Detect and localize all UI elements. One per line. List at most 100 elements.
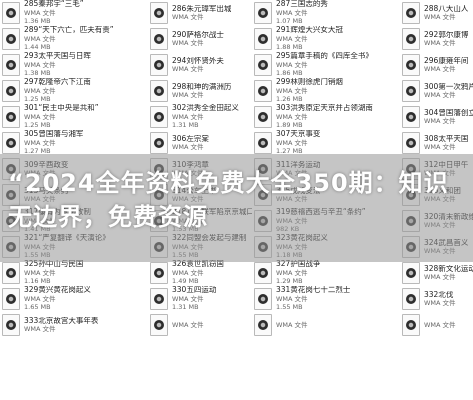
file-item[interactable]: 332北伐 WMA 文件: [400, 286, 473, 312]
file-meta: 303洪秀原定天京并占领湖南 WMA 文件 1.89 MB: [276, 104, 373, 130]
file-size: 1.89 MB: [276, 121, 303, 130]
audio-file-icon: [402, 106, 420, 128]
file-name: 290萨格尔战士: [172, 30, 224, 39]
file-meta: 295篇章手稿的《四库全书》 WMA 文件 1.86 MB: [276, 52, 373, 78]
file-type: WMA 文件: [276, 294, 308, 303]
audio-file-icon: [402, 54, 420, 76]
file-name: 301“民主中央是共和”: [24, 104, 99, 113]
file-size: 1.65 MB: [24, 303, 51, 312]
file-name: 328新文化运动: [424, 264, 473, 273]
file-item[interactable]: 287三国志的秀 WMA 文件 1.07 MB: [252, 0, 400, 26]
file-item[interactable]: 308太平天国 WMA 文件: [400, 130, 473, 156]
file-item[interactable]: WMA 文件: [252, 312, 400, 338]
file-name: 331黄花岗七十二烈士: [276, 286, 351, 295]
file-meta: 325孙中山与民国 WMA 文件 1.16 MB: [24, 260, 83, 286]
audio-file-icon: [254, 288, 272, 310]
file-item[interactable]: 298和珅的满洲历 WMA 文件: [148, 78, 252, 104]
file-meta: 304曾国藩创立太平军WMA 文件: [424, 109, 473, 126]
audio-file-icon: [2, 288, 20, 310]
file-item[interactable]: 286朱元璋军出城 WMA 文件: [148, 0, 252, 26]
file-item[interactable]: 300第一次鸦片战争WMA 文件: [400, 78, 473, 104]
file-size: 1.31 MB: [172, 303, 199, 312]
file-item[interactable]: 302洪秀全金田起义 WMA 文件 1.31 MB: [148, 104, 252, 130]
file-size: 1.55 MB: [276, 303, 303, 312]
file-size: 1.44 MB: [24, 43, 51, 52]
file-size: 1.49 MB: [172, 277, 199, 286]
file-type: WMA 文件: [24, 325, 56, 333]
file-name: 293太平天国与日晖: [24, 52, 91, 61]
file-type: WMA 文件: [172, 143, 204, 151]
file-item[interactable]: 333北京故宫大事年表 WMA 文件: [0, 312, 148, 338]
audio-file-icon: [254, 28, 272, 50]
file-item[interactable]: 326袁世凯窃国 WMA 文件 1.49 MB: [148, 260, 252, 286]
file-type: WMA 文件: [276, 112, 308, 121]
audio-file-icon: [2, 106, 20, 128]
file-item[interactable]: 331黄花岗七十二烈士 WMA 文件 1.55 MB: [252, 286, 400, 312]
file-item[interactable]: 329黄兴黄花岗起义 WMA 文件 1.65 MB: [0, 286, 148, 312]
file-item[interactable]: 299林则徐虎门销烟 WMA 文件 1.26 MB: [252, 78, 400, 104]
file-size: 1.88 MB: [276, 43, 303, 52]
file-size: 1.26 MB: [276, 95, 303, 104]
file-name: 292郭尔康博: [424, 30, 469, 39]
file-name: 297乾隆帝六下江南: [24, 78, 91, 87]
file-item[interactable]: 296康雍年间 WMA 文件: [400, 52, 473, 78]
file-item[interactable]: 288八大山人 WMA 文件: [400, 0, 473, 26]
file-meta: 294刘怀贤外夫 WMA 文件: [172, 57, 224, 74]
file-item[interactable]: 307天京事变 WMA 文件 1.27 MB: [252, 130, 400, 156]
audio-file-icon: [150, 28, 168, 50]
audio-file-icon: [254, 54, 272, 76]
file-type: WMA 文件: [276, 138, 308, 147]
file-name: 329黄兴黄花岗起义: [24, 286, 91, 295]
audio-file-icon: [2, 262, 20, 284]
file-item[interactable]: 328新文化运动 WMA 文件: [400, 260, 473, 286]
file-item[interactable]: 292郭尔康博 WMA 文件: [400, 26, 473, 52]
file-item[interactable]: 294刘怀贤外夫 WMA 文件: [148, 52, 252, 78]
file-name: 288八大山人: [424, 4, 469, 13]
file-type: WMA 文件: [172, 320, 204, 329]
file-type: WMA 文件: [424, 91, 456, 99]
file-item[interactable]: 304曾国藩创立太平军WMA 文件: [400, 104, 473, 130]
file-item[interactable]: 295篇章手稿的《四库全书》 WMA 文件 1.86 MB: [252, 52, 400, 78]
file-meta: 327护国战争 WMA 文件 1.29 MB: [276, 260, 320, 286]
file-name: 308太平天国: [424, 134, 469, 143]
file-item[interactable]: 327护国战争 WMA 文件 1.29 MB: [252, 260, 400, 286]
file-name: 299林则徐虎门销烟: [276, 78, 343, 87]
file-meta: 290萨格尔战士 WMA 文件: [172, 31, 224, 48]
file-item[interactable]: 330五四运动 WMA 文件 1.31 MB: [148, 286, 252, 312]
audio-file-icon: [402, 288, 420, 310]
file-type: WMA 文件: [276, 8, 308, 17]
file-item[interactable]: 285秦邦宇“三毛” WMA 文件 1.36 MB: [0, 0, 148, 26]
file-meta: 291辉煌大兴女大冠 WMA 文件 1.88 MB: [276, 26, 343, 52]
file-meta: WMA 文件: [172, 321, 204, 330]
file-type: WMA 文件: [424, 320, 456, 329]
file-item[interactable]: 305曾国藩与湘军 WMA 文件 1.27 MB: [0, 130, 148, 156]
file-type: WMA 文件: [24, 268, 56, 277]
audio-file-icon: [2, 54, 20, 76]
file-meta: 333北京故宫大事年表 WMA 文件: [24, 317, 98, 334]
audio-file-icon: [254, 262, 272, 284]
file-item[interactable]: 325孙中山与民国 WMA 文件 1.16 MB: [0, 260, 148, 286]
file-item[interactable]: 301“民主中央是共和” WMA 文件 1.25 MB: [0, 104, 148, 130]
audio-file-icon: [254, 106, 272, 128]
file-name: 291辉煌大兴女大冠: [276, 26, 343, 35]
audio-file-icon: [150, 132, 168, 154]
audio-file-icon: [150, 54, 168, 76]
file-type: WMA 文件: [424, 117, 456, 125]
file-type: WMA 文件: [172, 13, 204, 21]
file-size: 1.25 MB: [24, 95, 51, 104]
file-meta: 296康雍年间 WMA 文件: [424, 57, 468, 74]
file-item[interactable]: 290萨格尔战士 WMA 文件: [148, 26, 252, 52]
file-item[interactable]: 291辉煌大兴女大冠 WMA 文件 1.88 MB: [252, 26, 400, 52]
file-item[interactable]: WMA 文件: [400, 312, 473, 338]
file-meta: 305曾国藩与湘军 WMA 文件 1.27 MB: [24, 130, 83, 156]
file-item[interactable]: 297乾隆帝六下江南 WMA 文件 1.25 MB: [0, 78, 148, 104]
file-name: 285秦邦宇“三毛”: [24, 0, 84, 9]
file-item[interactable]: 303洪秀原定天京并占领湖南 WMA 文件 1.89 MB: [252, 104, 400, 130]
file-name: 296康雍年间: [424, 56, 469, 65]
file-type: WMA 文件: [276, 268, 308, 277]
file-meta: 292郭尔康博 WMA 文件: [424, 31, 468, 48]
file-item[interactable]: 293太平天国与日晖 WMA 文件 1.38 MB: [0, 52, 148, 78]
file-item[interactable]: WMA 文件: [148, 312, 252, 338]
file-item[interactable]: 289“天下六亡，匹夫有责” WMA 文件 1.44 MB: [0, 26, 148, 52]
file-item[interactable]: 306左宗棠 WMA 文件: [148, 130, 252, 156]
